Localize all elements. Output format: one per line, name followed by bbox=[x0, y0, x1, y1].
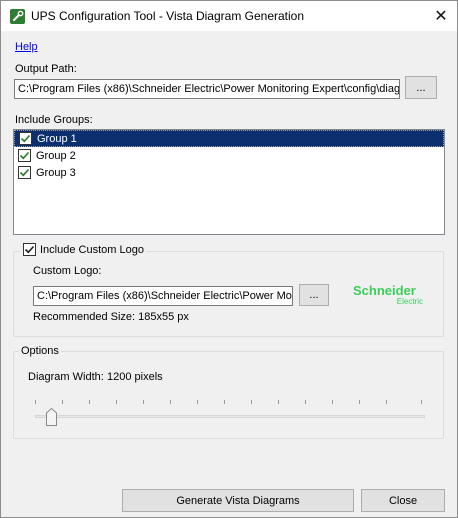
diagram-width-value: 1200 pixels bbox=[107, 371, 163, 383]
recommended-size-text: Recommended Size: 185x55 px bbox=[33, 311, 189, 323]
group-3-checkbox[interactable] bbox=[18, 166, 31, 179]
group-1-label: Group 1 bbox=[37, 132, 77, 145]
generate-vista-diagrams-button[interactable]: Generate Vista Diagrams bbox=[122, 489, 354, 512]
slider-tick bbox=[305, 400, 306, 404]
app-wrench-icon bbox=[10, 9, 25, 24]
include-custom-logo-checkbox[interactable] bbox=[23, 243, 36, 256]
include-groups-label: Include Groups: bbox=[15, 114, 93, 126]
schneider-logo: Schneider Electric bbox=[353, 284, 429, 308]
slider-tick bbox=[35, 400, 36, 404]
include-custom-logo-toggle[interactable]: Include Custom Logo bbox=[21, 243, 146, 256]
diagram-width-label: Diagram Width: bbox=[28, 371, 104, 383]
slider-tick bbox=[386, 400, 387, 404]
slider-tick bbox=[278, 400, 279, 404]
include-custom-logo-label: Include Custom Logo bbox=[40, 243, 144, 256]
list-item-group-3[interactable]: Group 3 bbox=[14, 164, 444, 181]
check-icon bbox=[19, 168, 30, 177]
logo-text-main: Schneider bbox=[353, 283, 416, 298]
close-icon: ✕ bbox=[434, 8, 448, 25]
slider-thumb[interactable] bbox=[46, 408, 57, 426]
window-title: UPS Configuration Tool - Vista Diagram G… bbox=[31, 9, 305, 23]
output-path-label: Output Path: bbox=[15, 63, 77, 75]
slider-tick bbox=[170, 400, 171, 404]
list-item-group-2[interactable]: Group 2 bbox=[14, 147, 444, 164]
group-2-label: Group 2 bbox=[36, 149, 76, 162]
close-window-button[interactable]: ✕ bbox=[425, 1, 457, 31]
groups-listbox[interactable]: Group 1 Group 2 Group 3 bbox=[13, 129, 445, 235]
custom-logo-path-input[interactable]: C:\Program Files (x86)\Schneider Electri… bbox=[33, 286, 293, 306]
group-3-label: Group 3 bbox=[36, 166, 76, 179]
slider-tick bbox=[143, 400, 144, 404]
slider-tick bbox=[197, 400, 198, 404]
dialog-window: UPS Configuration Tool - Vista Diagram G… bbox=[0, 0, 458, 518]
slider-track[interactable] bbox=[35, 415, 425, 418]
group-2-checkbox[interactable] bbox=[18, 149, 31, 162]
options-groupbox bbox=[13, 351, 444, 439]
close-button[interactable]: Close bbox=[361, 489, 445, 512]
group-1-checkbox[interactable] bbox=[19, 132, 32, 145]
check-icon bbox=[19, 151, 30, 160]
slider-tick bbox=[421, 400, 422, 404]
check-icon bbox=[24, 245, 35, 254]
slider-tick bbox=[332, 400, 333, 404]
custom-logo-browse-button[interactable]: ... bbox=[299, 284, 329, 306]
slider-tick bbox=[89, 400, 90, 404]
custom-logo-label: Custom Logo: bbox=[33, 265, 102, 277]
slider-tick bbox=[62, 400, 63, 404]
slider-tick bbox=[224, 400, 225, 404]
logo-text-sub: Electric bbox=[396, 297, 423, 306]
output-path-input[interactable]: C:\Program Files (x86)\Schneider Electri… bbox=[14, 79, 400, 99]
list-item-group-1[interactable]: Group 1 bbox=[14, 130, 444, 147]
slider-tick bbox=[116, 400, 117, 404]
slider-tick bbox=[359, 400, 360, 404]
options-label: Options bbox=[19, 345, 61, 357]
help-link[interactable]: Help bbox=[15, 41, 38, 53]
output-path-browse-button[interactable]: ... bbox=[405, 76, 437, 99]
title-bar: UPS Configuration Tool - Vista Diagram G… bbox=[1, 1, 457, 31]
check-icon bbox=[20, 134, 31, 143]
slider-tick bbox=[251, 400, 252, 404]
